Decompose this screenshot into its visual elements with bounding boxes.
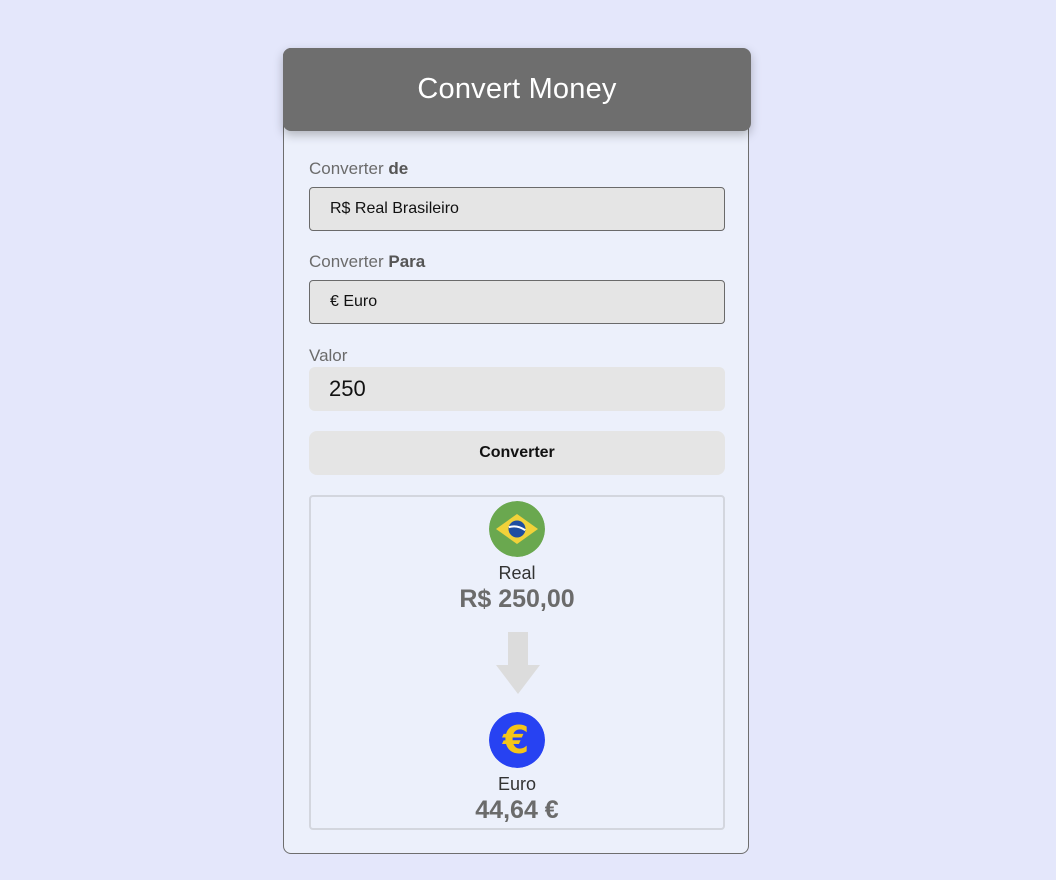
to-currency-select[interactable]: € Euro (309, 280, 725, 324)
to-label-prefix: Converter (309, 252, 384, 271)
to-label: Converter Para (309, 252, 425, 272)
from-currency-name: Real (498, 563, 536, 583)
brazil-flag-icon (489, 501, 545, 557)
from-currency-select[interactable]: R$ Real Brasileiro (309, 187, 725, 231)
converter-card: Convert Money Converter de R$ Real Brasi… (283, 48, 751, 854)
euro-icon: € (489, 712, 545, 768)
from-amount: R$ 250,00 (459, 585, 575, 613)
amount-label: Valor (309, 346, 348, 365)
from-label-bold: de (388, 159, 409, 178)
from-label: Converter de (309, 159, 408, 179)
arrow-down-icon (496, 632, 540, 694)
page-title: Convert Money (417, 73, 617, 105)
result-panel: Real R$ 250,00 € Euro 44,64 € (309, 495, 725, 830)
to-currency-name: Euro (497, 774, 537, 794)
to-label-bold: Para (388, 252, 426, 271)
to-currency-value: € Euro (330, 293, 378, 310)
from-currency-value: R$ Real Brasileiro (330, 200, 459, 217)
svg-text:€: € (502, 718, 529, 762)
amount-input[interactable] (309, 367, 725, 411)
card-header: Convert Money (283, 48, 751, 131)
to-amount: 44,64 € (475, 796, 559, 824)
from-label-prefix: Converter (309, 159, 384, 178)
convert-button[interactable]: Converter (309, 431, 725, 475)
